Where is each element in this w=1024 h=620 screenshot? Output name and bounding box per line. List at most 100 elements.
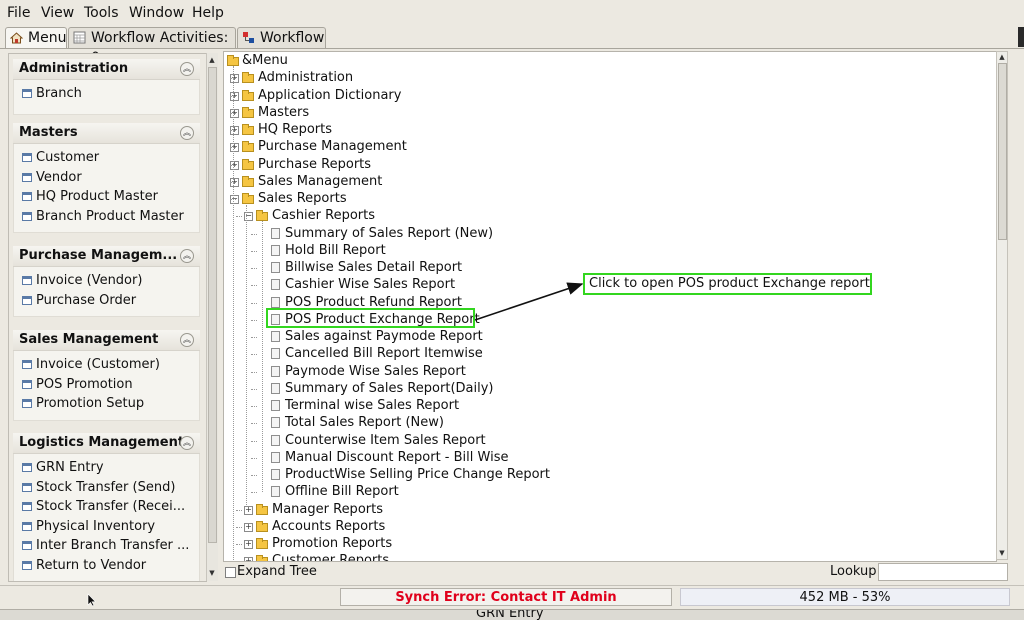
tab-workflow-activities[interactable]: Workflow Activities: 0 <box>68 27 236 66</box>
sidebar-item-label: Customer <box>36 150 100 165</box>
menu-view[interactable]: View <box>41 5 74 21</box>
sidebar-item-promotion-setup[interactable]: Promotion Setup <box>14 394 199 414</box>
tree-node-summary-of-sales-report-daily[interactable]: Summary of Sales Report(Daily) <box>285 380 493 397</box>
window-icon <box>22 295 32 305</box>
tree-node-application-dictionary[interactable]: Application Dictionary <box>258 87 401 104</box>
collapse-icon[interactable]: ︽ <box>180 126 194 140</box>
tree-node-sales-against-paymode-report[interactable]: Sales against Paymode Report <box>285 328 483 345</box>
sidebar-item-physical-inventory[interactable]: Physical Inventory <box>14 517 199 537</box>
tree-node-billwise-sales-detail-report[interactable]: Billwise Sales Detail Report <box>285 259 462 276</box>
group-title: Administration <box>19 61 129 76</box>
tree-node-manager-reports[interactable]: Manager Reports <box>272 501 383 518</box>
menu-help[interactable]: Help <box>192 5 224 21</box>
sidebar-item-branch[interactable]: Branch <box>14 84 199 104</box>
window-icon <box>22 521 32 531</box>
group-body: Invoice (Vendor) Purchase Order <box>13 267 200 317</box>
sidebar-item-grn-entry[interactable]: GRN Entry <box>14 458 199 478</box>
tree-node-summary-of-sales-report-new[interactable]: Summary of Sales Report (New) <box>285 225 493 242</box>
sidebar-item-vendor[interactable]: Vendor <box>14 168 199 188</box>
tab-strip: Menu Workflow Activities: 0 Workflow <box>0 27 1024 66</box>
tree-node-customer-reports[interactable]: Customer Reports <box>272 552 389 561</box>
group-header[interactable]: Masters ︽ <box>13 123 200 144</box>
tree-node-cashier-wise-sales-report[interactable]: Cashier Wise Sales Report <box>285 276 455 293</box>
sidebar-item-label: Stock Transfer (Send) <box>36 479 176 495</box>
tree-node-hq-reports[interactable]: HQ Reports <box>258 121 332 138</box>
scroll-down-icon[interactable]: ▼ <box>207 568 217 578</box>
collapse-icon[interactable]: ︽ <box>180 333 194 347</box>
lookup-input[interactable] <box>878 563 1008 581</box>
tree-node-productwise-selling-price-change-report[interactable]: ProductWise Selling Price Change Report <box>285 466 550 483</box>
folder-open-icon <box>242 193 254 204</box>
scroll-up-icon[interactable]: ▲ <box>207 55 217 65</box>
sidebar-item-return-to-vendor[interactable]: Return to Vendor <box>14 556 199 576</box>
folder-open-icon <box>227 55 239 66</box>
calendar-icon <box>73 31 86 44</box>
tree-node-counterwise-item-sales-report[interactable]: Counterwise Item Sales Report <box>285 432 486 449</box>
tree-node-administration[interactable]: Administration <box>258 69 353 86</box>
sidebar-item-label: Physical Inventory <box>36 518 156 534</box>
collapse-icon[interactable]: ︽ <box>180 62 194 76</box>
sidebar-panel: Administration ︽ Branch Masters ︽ Custom… <box>8 53 207 582</box>
sidebar-item-inter-branch-transfer[interactable]: Inter Branch Transfer ... <box>14 536 199 556</box>
expand-node-icon[interactable]: + <box>244 540 253 549</box>
folder-icon <box>242 89 254 101</box>
sidebar-item-purchase-order[interactable]: Purchase Order <box>14 291 199 311</box>
expand-node-icon[interactable]: + <box>244 505 253 515</box>
tree-node-total-sales-report-new[interactable]: Total Sales Report (New) <box>285 414 444 431</box>
tree-scrollbar[interactable]: ▲ ▼ <box>996 51 1008 560</box>
folder-icon <box>256 503 268 515</box>
tree-node-paymode-wise-sales-report[interactable]: Paymode Wise Sales Report <box>285 363 466 380</box>
tree-node-accounts-reports[interactable]: Accounts Reports <box>272 518 385 535</box>
tree-node-promotion-reports[interactable]: Promotion Reports <box>272 535 392 552</box>
scroll-up-icon[interactable]: ▲ <box>997 52 1007 62</box>
sidebar-item-hq-product-master[interactable]: HQ Product Master <box>14 187 199 207</box>
sidebar-item-stock-transfer-receive[interactable]: Stock Transfer (Recei... <box>14 497 199 517</box>
tree-node-cashier-reports[interactable]: Cashier Reports <box>272 207 375 224</box>
tree-node-menu[interactable]: &Menu <box>242 52 288 69</box>
mouse-cursor-icon <box>87 593 97 607</box>
group-header[interactable]: Purchase Managem... ︽ <box>13 246 200 267</box>
expand-node-icon[interactable]: + <box>244 522 253 532</box>
scroll-down-icon[interactable]: ▼ <box>997 548 1007 558</box>
sidebar-scrollbar[interactable]: ▲ ▼ <box>206 53 218 581</box>
group-header[interactable]: Administration ︽ <box>13 59 200 80</box>
tree-node-masters[interactable]: Masters <box>258 104 309 121</box>
tree-node-purchase-management[interactable]: Purchase Management <box>258 138 407 155</box>
sidebar-item-invoice-customer[interactable]: Invoice (Customer) <box>14 355 199 375</box>
tab-workflow[interactable]: Workflow <box>237 27 326 48</box>
tree-node-sales-reports[interactable]: Sales Reports <box>258 190 347 207</box>
tree-node-sales-management[interactable]: Sales Management <box>258 173 382 190</box>
open-window-title[interactable]: GRN Entry <box>476 610 544 620</box>
document-icon <box>271 227 280 239</box>
tree-node-manual-discount-report-bill-wise[interactable]: Manual Discount Report - Bill Wise <box>285 449 508 466</box>
memory-indicator[interactable]: 452 MB - 53% <box>680 588 1010 606</box>
tree-node-terminal-wise-sales-report[interactable]: Terminal wise Sales Report <box>285 397 459 414</box>
collapse-icon[interactable]: ︽ <box>180 436 194 450</box>
sidebar-item-branch-product-master[interactable]: Branch Product Master <box>14 207 199 227</box>
tree-connector <box>251 250 257 252</box>
sidebar-item-pos-promotion[interactable]: POS Promotion <box>14 375 199 395</box>
tab-menu[interactable]: Menu <box>5 27 67 48</box>
sidebar-item-customer[interactable]: Customer <box>14 148 199 168</box>
group-header[interactable]: Logistics Management ︽ <box>13 433 200 454</box>
group-title: Logistics Management <box>19 435 185 450</box>
tree-node-cancelled-bill-report-itemwise[interactable]: Cancelled Bill Report Itemwise <box>285 345 483 362</box>
sidebar-item-invoice-vendor[interactable]: Invoice (Vendor) <box>14 271 199 291</box>
collapse-icon[interactable]: ︽ <box>180 249 194 263</box>
tree-node-purchase-reports[interactable]: Purchase Reports <box>258 156 371 173</box>
callout-note: Click to open POS product Exchange repor… <box>583 273 872 295</box>
menu-file[interactable]: File <box>7 5 30 21</box>
document-icon <box>271 400 280 411</box>
group-header[interactable]: Sales Management ︽ <box>13 330 200 351</box>
tree-node-hold-bill-report[interactable]: Hold Bill Report <box>285 242 386 259</box>
menu-window[interactable]: Window <box>129 5 184 21</box>
tree-node-offline-bill-report[interactable]: Offline Bill Report <box>285 483 399 500</box>
window-edge <box>1018 27 1024 47</box>
sidebar-item-stock-transfer-send[interactable]: Stock Transfer (Send) <box>14 478 199 498</box>
expand-tree-checkbox[interactable] <box>225 567 236 578</box>
tree-scroll-thumb[interactable] <box>998 63 1007 240</box>
tree-connector <box>251 319 257 321</box>
synch-error-button[interactable]: Synch Error: Contact IT Admin <box>340 588 672 606</box>
sidebar-scroll-thumb[interactable] <box>208 67 217 543</box>
menu-tools[interactable]: Tools <box>84 5 119 21</box>
